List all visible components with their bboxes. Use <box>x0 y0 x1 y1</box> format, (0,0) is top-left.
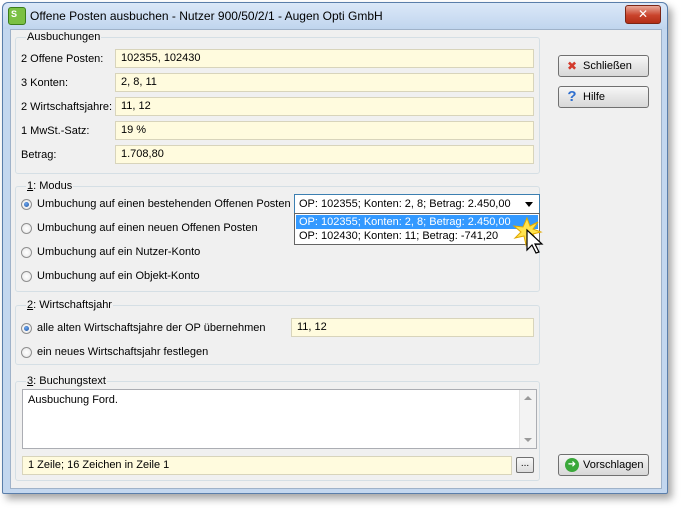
schliessen-button-label: Schließen <box>583 60 632 72</box>
offene-posten-dropdown-list: OP: 102355; Konten: 2, 8; Betrag: 2.450,… <box>294 213 540 245</box>
chevron-down-icon[interactable] <box>525 202 533 207</box>
modus-group-title-text: : Modus <box>33 180 73 192</box>
betrag-label: Betrag: <box>21 149 57 161</box>
radio-neues-wirtschaftsjahr[interactable] <box>21 347 32 358</box>
wirtschaftsjahre-label: 2 Wirtschaftsjahre: <box>21 101 113 113</box>
wirtschaftsjahr-field: 11, 12 <box>291 318 534 337</box>
dropdown-option[interactable]: OP: 102355; Konten: 2, 8; Betrag: 2.450,… <box>296 215 538 229</box>
offene-posten-combobox[interactable]: OP: 102355; Konten: 2, 8; Betrag: 2.450,… <box>294 194 540 214</box>
betrag-field: 1.708,80 <box>115 145 534 164</box>
konten-field: 2, 8, 11 <box>115 73 534 92</box>
modus-group-title: 1: Modus <box>26 180 74 192</box>
offene-posten-label: 2 Offene Posten: <box>21 53 104 65</box>
browse-button[interactable]: ... <box>516 457 534 473</box>
radio-objekt-konto[interactable] <box>21 271 32 282</box>
buchungstext-status: 1 Zeile; 16 Zeichen in Zeile 1 <box>22 456 512 475</box>
scroll-up-arrow-icon[interactable] <box>524 396 532 400</box>
vorschlagen-button[interactable]: ➜ Vorschlagen <box>558 454 649 476</box>
help-icon: ? <box>567 88 577 105</box>
mouse-cursor-icon <box>512 216 544 254</box>
title-bar[interactable]: S Offene Posten ausbuchen - Nutzer 900/5… <box>3 3 667 29</box>
scroll-down-arrow-icon[interactable] <box>524 438 532 442</box>
wirtschaftsjahr-group-title-text: : Wirtschaftsjahr <box>33 299 112 311</box>
radio-bestehender-op-label[interactable]: Umbuchung auf einen bestehenden Offenen … <box>37 198 291 210</box>
textarea-scrollbar[interactable] <box>519 390 536 448</box>
app-icon-letter: S <box>11 9 18 19</box>
app-icon: S <box>8 7 26 25</box>
arrow-right-icon: ➜ <box>565 458 579 472</box>
radio-neuer-op[interactable] <box>21 223 32 234</box>
radio-alte-wirtschaftsjahre[interactable] <box>21 323 32 334</box>
radio-neues-wirtschaftsjahr-label[interactable]: ein neues Wirtschaftsjahr festlegen <box>37 346 208 358</box>
radio-neuer-op-label[interactable]: Umbuchung auf einen neuen Offenen Posten <box>37 222 258 234</box>
schliessen-button[interactable]: ✖ Schließen <box>558 55 649 77</box>
dropdown-option[interactable]: OP: 102430; Konten: 11; Betrag: -741,20 <box>296 229 538 243</box>
radio-nutzer-konto[interactable] <box>21 247 32 258</box>
hilfe-button-label: Hilfe <box>583 91 606 103</box>
buchungstext-textarea[interactable]: Ausbuchung Ford. <box>22 389 537 449</box>
mwst-satz-field: 19 % <box>115 121 534 140</box>
wirtschaftsjahre-field: 11, 12 <box>115 97 534 116</box>
vorschlagen-button-label: Vorschlagen <box>583 459 644 471</box>
ausbuchungen-group-title: Ausbuchungen <box>26 31 102 43</box>
radio-alte-wirtschaftsjahre-label[interactable]: alle alten Wirtschaftsjahre der OP übern… <box>37 322 265 334</box>
wirtschaftsjahr-group-title: 2: Wirtschaftsjahr <box>26 299 113 311</box>
buchungstext-group-title-text: : Buchungstext <box>33 375 106 387</box>
window-close-button[interactable]: ✕ <box>625 5 661 24</box>
close-x-icon: ✖ <box>566 59 578 73</box>
buchungstext-content: Ausbuchung Ford. <box>28 394 118 406</box>
dialog-client-area: Ausbuchungen 2 Offene Posten: 102355, 10… <box>10 29 662 489</box>
mwst-satz-label: 1 MwSt.-Satz: <box>21 125 90 137</box>
offene-posten-field: 102355, 102430 <box>115 49 534 68</box>
combobox-value: OP: 102355; Konten: 2, 8; Betrag: 2.450,… <box>299 198 511 210</box>
konten-label: 3 Konten: <box>21 77 69 89</box>
radio-nutzer-konto-label[interactable]: Umbuchung auf ein Nutzer-Konto <box>37 246 200 258</box>
radio-bestehender-op[interactable] <box>21 199 32 210</box>
radio-objekt-konto-label[interactable]: Umbuchung auf ein Objekt-Konto <box>37 270 200 282</box>
dialog-window: S Offene Posten ausbuchen - Nutzer 900/5… <box>2 2 668 494</box>
window-title: Offene Posten ausbuchen - Nutzer 900/50/… <box>30 9 383 23</box>
buchungstext-group-title: 3: Buchungstext <box>26 375 107 387</box>
hilfe-button[interactable]: ? Hilfe <box>558 86 649 108</box>
